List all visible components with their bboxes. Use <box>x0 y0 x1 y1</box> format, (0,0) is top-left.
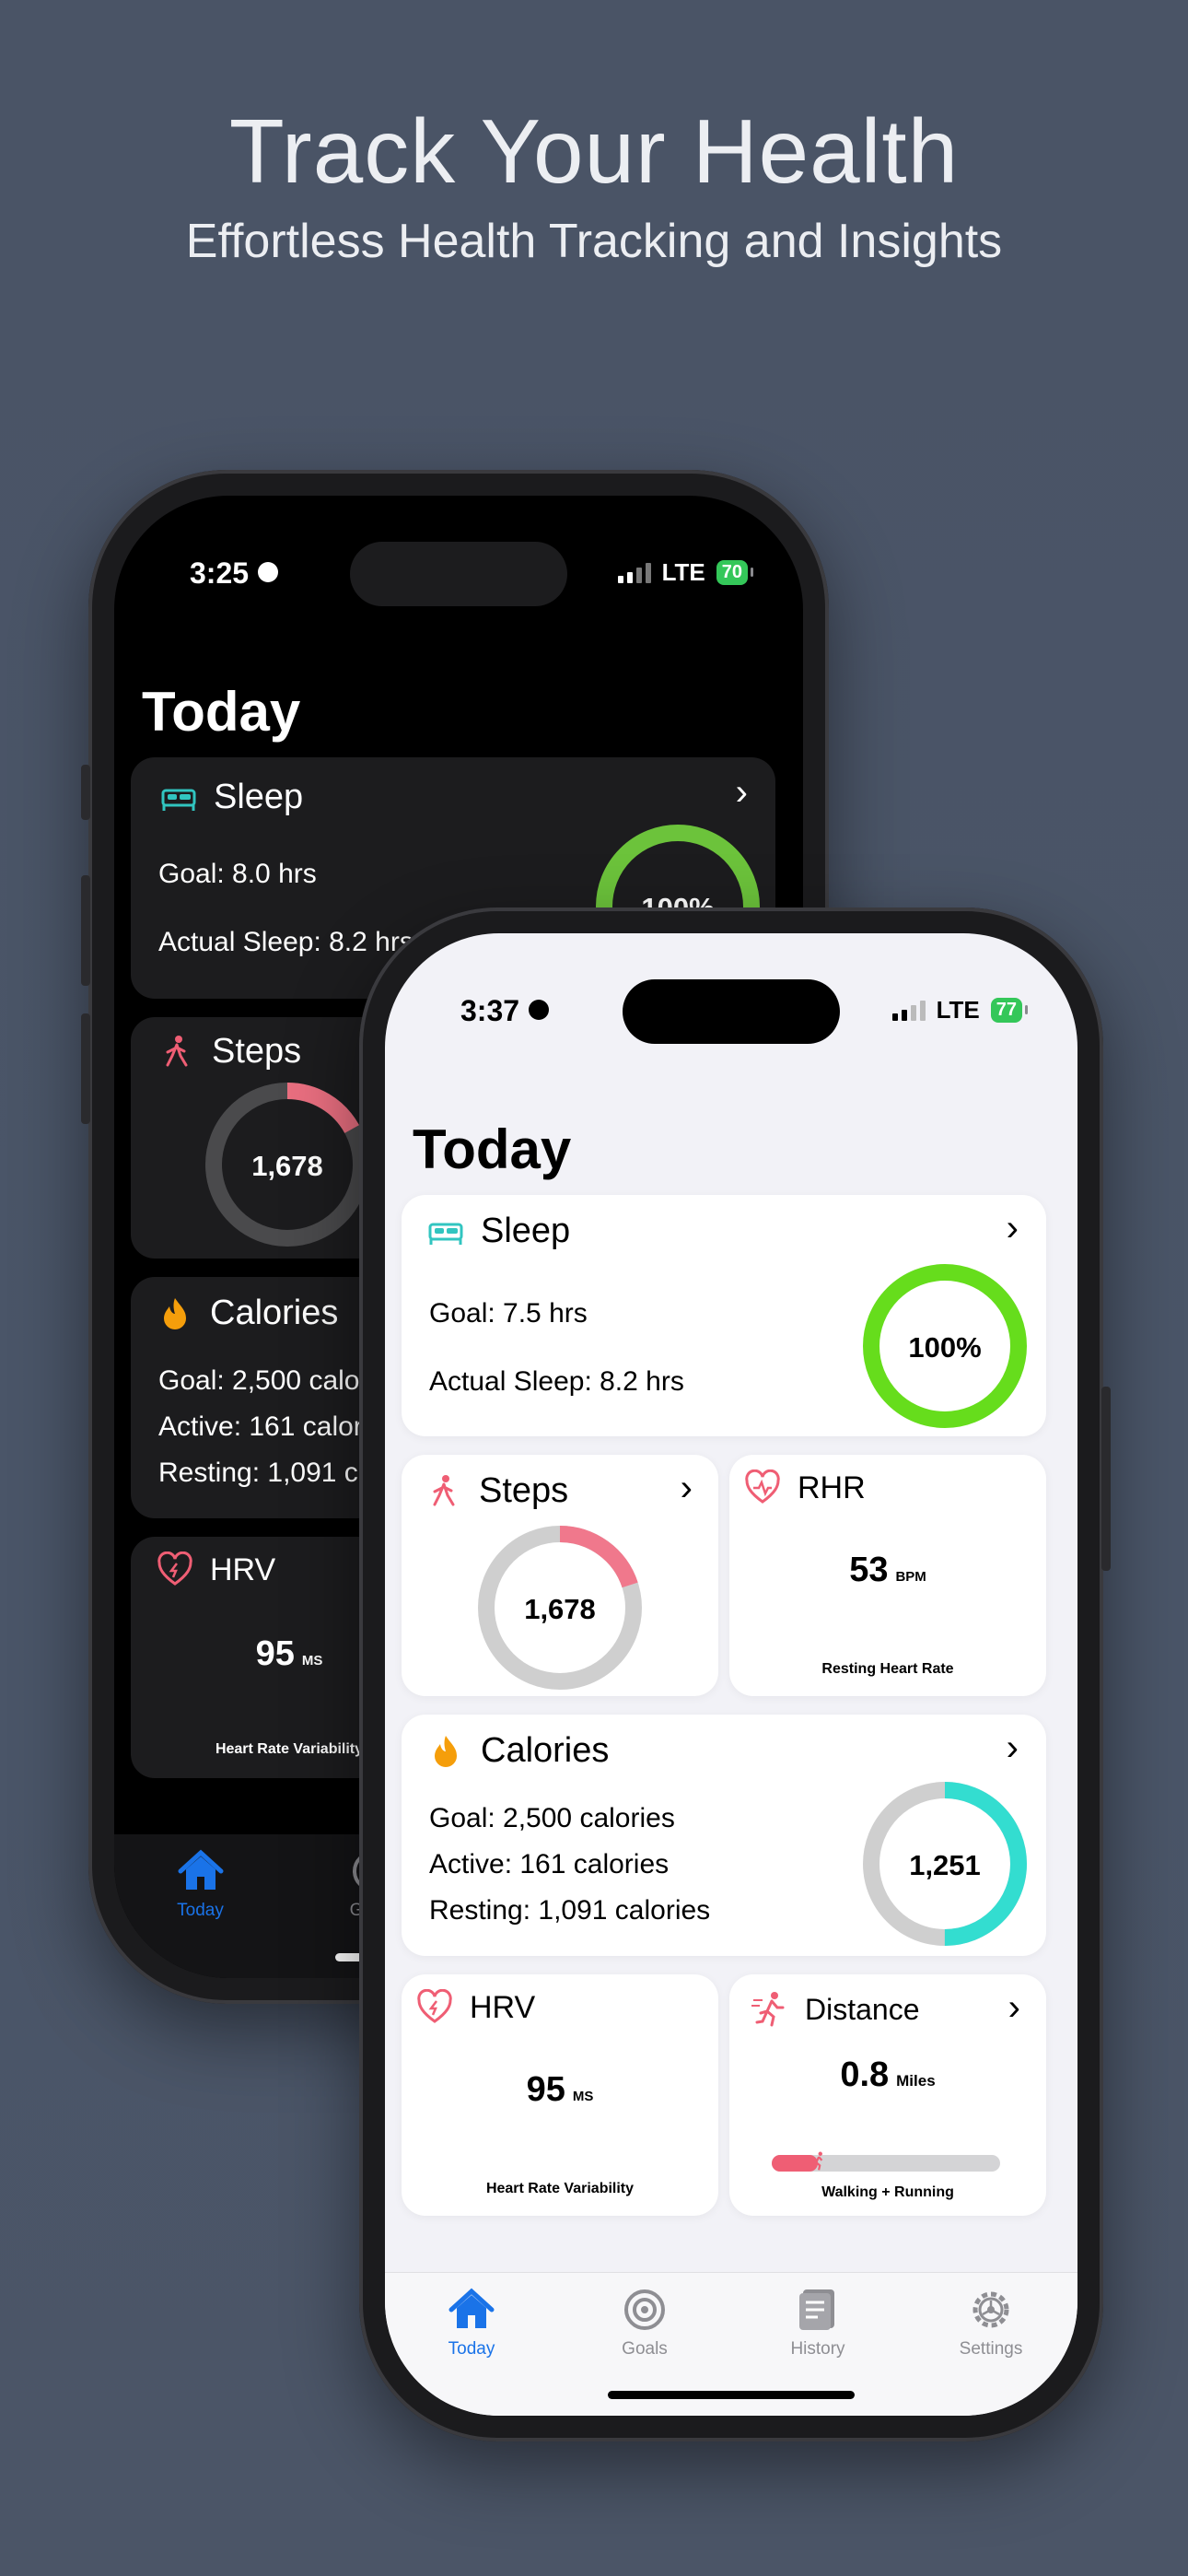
sleep-card[interactable]: Sleep › Goal: 7.5 hrs Actual Sleep: 8.2 … <box>402 1195 1046 1436</box>
chevron-right-icon[interactable]: › <box>1008 1987 1020 2029</box>
rhr-value: 53 BPM <box>849 1551 926 1589</box>
page-title: Today <box>413 1118 572 1180</box>
steps-card-title: Steps <box>158 1032 301 1071</box>
distance-card-title: Distance <box>751 1991 920 2028</box>
home-indicator[interactable] <box>608 2391 855 2399</box>
calories-card-title: Calories <box>157 1294 338 1333</box>
distance-value: 0.8 Miles <box>840 2055 936 2094</box>
runner-marker-icon <box>811 2151 822 2171</box>
front-phone-mockup: 3:37 LTE 77 Today Sleep › Goal: 7.5 hrs … <box>359 907 1111 2441</box>
steps-value: 1,678 <box>524 1593 596 1625</box>
calories-resting: Resting: 1,091 calories <box>429 1895 711 1926</box>
running-icon <box>751 1992 785 2027</box>
chevron-right-icon[interactable]: › <box>681 1468 693 1509</box>
distance-progress-track <box>772 2151 1000 2172</box>
dynamic-island <box>623 979 840 1044</box>
battery-icon: 70 <box>716 560 754 585</box>
steps-card-title: Steps <box>425 1471 568 1511</box>
hrv-card[interactable]: HRV 95 MS Heart Rate Variability <box>402 1974 718 2216</box>
hrv-card-title: HRV <box>157 1551 275 1588</box>
house-icon <box>178 1849 223 1890</box>
status-indicators: LTE 77 <box>891 996 1029 1025</box>
hrv-caption: Heart Rate Variability <box>485 2181 635 2196</box>
rhr-card[interactable]: RHR 53 BPM Resting Heart Rate <box>729 1455 1046 1696</box>
page-title: Today <box>142 681 301 743</box>
heart-icon <box>157 1551 192 1586</box>
distance-caption: Walking + Running <box>821 2184 954 2200</box>
status-time: 3:37 <box>460 994 550 1028</box>
walking-icon <box>433 1474 455 1505</box>
heart-icon <box>745 1469 780 1504</box>
chevron-right-icon[interactable]: › <box>1007 1208 1019 1249</box>
battery-icon: 77 <box>990 998 1029 1023</box>
status-dot <box>258 562 279 582</box>
signal-icon <box>891 1000 926 1021</box>
chevron-right-icon[interactable]: › <box>1007 1727 1019 1769</box>
chevron-right-icon[interactable]: › <box>736 772 748 814</box>
bed-icon <box>428 1223 463 1245</box>
tab-today[interactable]: Today <box>385 2273 558 2416</box>
calories-card-title: Calories <box>427 1731 609 1771</box>
bed-icon <box>161 789 196 811</box>
sleep-goal: Goal: 8.0 hrs <box>158 859 317 889</box>
house-icon <box>448 2288 495 2328</box>
heart-icon <box>417 1989 452 2023</box>
sleep-actual: Actual Sleep: 8.2 hrs <box>429 1366 684 1397</box>
signal-icon <box>617 562 651 583</box>
dynamic-island <box>350 542 567 606</box>
hrv-value: 95 MS <box>526 2070 594 2109</box>
rhr-caption: Resting Heart Rate <box>821 1661 954 1677</box>
hrv-card-title: HRV <box>416 1989 535 2026</box>
calories-value: 1,251 <box>909 1849 981 1881</box>
subheadline: Effortless Health Tracking and Insights <box>185 215 1003 268</box>
tab-today[interactable]: Today <box>114 1834 286 1978</box>
flame-icon <box>435 1735 457 1767</box>
calories-card[interactable]: Calories › Goal: 2,500 calories Active: … <box>402 1715 1046 1956</box>
flame-icon <box>164 1297 186 1329</box>
network-label: LTE <box>936 996 980 1024</box>
tab-settings[interactable]: Settings <box>904 2273 1077 2416</box>
target-icon <box>624 2289 665 2330</box>
rhr-card-title: RHR <box>744 1469 866 1506</box>
calories-active: Active: 161 calories <box>429 1849 670 1879</box>
front-phone-screen: 3:37 LTE 77 Today Sleep › Goal: 7.5 hrs … <box>385 933 1077 2416</box>
status-indicators: LTE 70 <box>617 558 754 587</box>
sleep-card-title: Sleep <box>427 1212 570 1251</box>
sleep-actual: Actual Sleep: 8.2 hrs <box>158 927 413 957</box>
sleep-percent: 100% <box>908 1331 982 1364</box>
steps-card[interactable]: Steps › 1,678 <box>402 1455 718 1696</box>
document-icon <box>799 2289 834 2330</box>
distance-card[interactable]: Distance › 0.8 Miles Walking + Running <box>729 1974 1046 2216</box>
status-time: 3:25 <box>190 556 279 591</box>
network-label: LTE <box>661 558 705 586</box>
sleep-card-title: Sleep <box>160 778 303 817</box>
steps-value: 1,678 <box>251 1150 323 1182</box>
status-dot <box>529 1000 550 1020</box>
calories-goal: Goal: 2,500 calories <box>429 1803 675 1833</box>
gear-icon <box>973 2291 1009 2328</box>
headline: Track Your Health <box>228 100 960 202</box>
sleep-goal: Goal: 7.5 hrs <box>429 1298 588 1329</box>
walking-icon <box>166 1035 188 1066</box>
